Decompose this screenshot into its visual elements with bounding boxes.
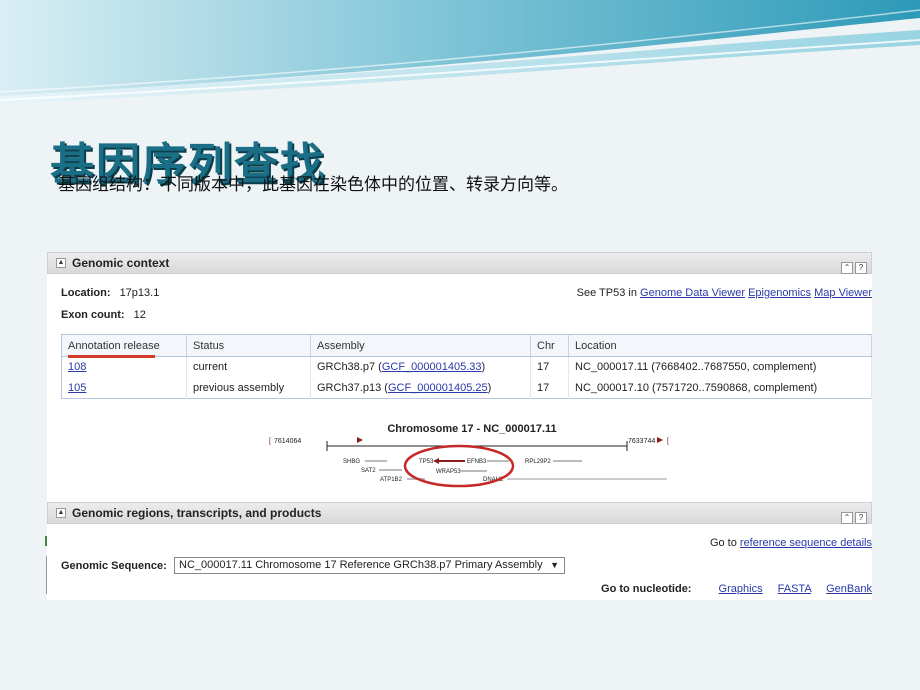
genomic-context-header[interactable]: ▲ Genomic context ⌃?: [47, 252, 872, 274]
gene-wrap53: WRAP53: [436, 469, 461, 475]
col-annotation-release[interactable]: Annotation release: [61, 334, 187, 357]
genomic-sequence-select[interactable]: NC_000017.11 Chromosome 17 Reference GRC…: [174, 557, 565, 574]
gene-shbg: SHBG: [343, 459, 360, 465]
genome-data-viewer-link[interactable]: Genome Data Viewer: [640, 287, 745, 299]
col-location: Location: [568, 334, 872, 357]
see-in-links: See TP53 in Genome Data Viewer Epigenomi…: [577, 287, 872, 299]
svg-text:[: [: [269, 438, 271, 445]
goto-nucleotide: Go to nucleotide: Graphics FASTA GenBank: [601, 583, 872, 595]
decorative-wave-banner: [0, 0, 920, 104]
gene-atp1b2: ATP1B2: [380, 477, 403, 483]
table-row: 105 previous assembly GRCh37.p13 (GCF_00…: [61, 377, 872, 399]
right-coordinate: 7633744: [628, 438, 655, 445]
nucleotide-label: Go to nucleotide:: [601, 583, 692, 595]
col-chr[interactable]: Chr: [530, 334, 569, 357]
location-cell: NC_000017.11 (7668402..7687550, compleme…: [568, 356, 872, 378]
genbank-link[interactable]: GenBank: [826, 583, 872, 595]
gene-sat2: SAT2: [361, 468, 376, 474]
move-up-icon[interactable]: ⌃: [841, 512, 853, 524]
exon-row: Exon count: 12: [61, 309, 146, 321]
move-up-icon[interactable]: ⌃: [841, 262, 853, 274]
highlight-underline: [68, 355, 155, 358]
status-cell: previous assembly: [186, 377, 311, 399]
reference-sequence-details-link[interactable]: reference sequence details: [740, 537, 872, 549]
left-coordinate: 7614064: [274, 438, 301, 445]
location-label: Location:: [61, 287, 111, 299]
chr-cell: 17: [530, 377, 569, 399]
table-row: 108 current GRCh38.p7 (GCF_000001405.33)…: [61, 356, 872, 378]
release-link[interactable]: 108: [68, 361, 86, 373]
highlight-ellipse: [403, 444, 515, 488]
release-link[interactable]: 105: [68, 382, 86, 394]
collapse-icon[interactable]: ▲: [56, 508, 66, 518]
genomic-context-title: Genomic context: [72, 256, 170, 270]
epigenomics-link[interactable]: Epigenomics: [748, 287, 811, 299]
slide-subtitle: 基因组结构：不同版本中，此基因在染色体中的位置、转录方向等。: [58, 175, 568, 195]
map-viewer-link[interactable]: Map Viewer: [814, 287, 872, 299]
help-icon[interactable]: ?: [855, 512, 867, 524]
dropdown-arrow-icon[interactable]: ▼: [550, 558, 559, 573]
genomic-regions-header[interactable]: ▲ Genomic regions, transcripts, and prod…: [47, 502, 872, 524]
col-assembly[interactable]: Assembly: [310, 334, 531, 357]
chromosome-diagram[interactable]: Chromosome 17 - NC_000017.11 [ 7614064 […: [247, 417, 687, 492]
help-icon[interactable]: ?: [855, 262, 867, 274]
assembly-cell: GRCh37.p13 (GCF_000001405.25): [310, 377, 531, 399]
collapse-icon[interactable]: ▲: [56, 258, 66, 268]
exon-label: Exon count:: [61, 309, 125, 321]
assembly-acc-link[interactable]: GCF_000001405.25: [388, 382, 488, 394]
col-status[interactable]: Status: [186, 334, 311, 357]
genomic-sequence-label: Genomic Sequence:: [61, 560, 167, 572]
gene-rpl29p2: RPL29P2: [525, 459, 551, 465]
diagram-title: Chromosome 17 - NC_000017.11: [387, 423, 556, 435]
gene-tp53: TP53: [419, 459, 434, 465]
genomic-sequence-value: NC_000017.11 Chromosome 17 Reference GRC…: [179, 559, 543, 571]
assembly-cell: GRCh38.p7 (GCF_000001405.33): [310, 356, 531, 378]
genomic-regions-title: Genomic regions, transcripts, and produc…: [72, 506, 322, 520]
location-row: Location: 17p13.1: [61, 287, 159, 299]
gene-panel: ▲ Genomic context ⌃? Location: 17p13.1 E…: [47, 252, 872, 600]
location-cell: NC_000017.10 (7571720..7590868, compleme…: [568, 377, 872, 399]
svg-text:[: [: [667, 438, 669, 445]
goto-prefix: Go to: [709, 537, 737, 549]
fasta-link[interactable]: FASTA: [778, 583, 811, 595]
status-cell: current: [186, 356, 311, 378]
exon-value: 12: [133, 309, 146, 321]
chr-cell: 17: [530, 356, 569, 378]
assembly-acc-link[interactable]: GCF_000001405.33: [382, 361, 482, 373]
graphics-link[interactable]: Graphics: [719, 583, 763, 595]
gene-efnb3: EFNB3: [467, 459, 487, 465]
goto-reference: Go to reference sequence details: [710, 537, 872, 549]
annotation-table: Annotation release Status Assembly Chr L…: [61, 334, 872, 399]
location-value: 17p13.1: [119, 287, 160, 299]
see-prefix: See TP53 in: [576, 287, 637, 299]
